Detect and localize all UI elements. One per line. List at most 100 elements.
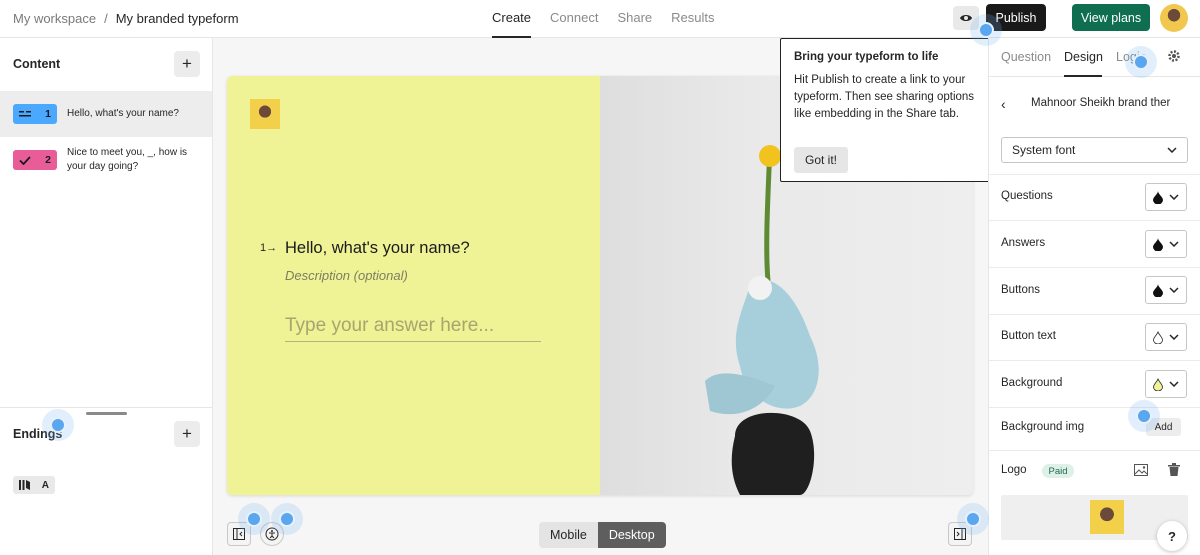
buttons-color-picker[interactable] — [1145, 276, 1187, 304]
trash-icon[interactable] — [1168, 463, 1180, 479]
logo-label: Logo — [1001, 464, 1027, 476]
question-badge: 2 — [13, 150, 57, 170]
main-nav-tabs: Create Connect Share Results — [492, 0, 734, 38]
resize-handle[interactable] — [86, 412, 127, 415]
question-text: Hello, what's your name? — [67, 108, 179, 119]
panel-divider — [0, 407, 212, 408]
chevron-down-icon — [1169, 334, 1179, 340]
question-number-indicator: 1→ — [260, 242, 278, 254]
question-item-2[interactable]: 2 Nice to meet you, _, how is your day g… — [0, 137, 212, 189]
chevron-down-icon — [1169, 381, 1179, 387]
chevron-down-icon — [1169, 194, 1179, 200]
short-text-icon — [19, 111, 31, 117]
background-image-label: Background img — [1001, 421, 1085, 433]
chevron-down-icon — [1169, 241, 1179, 247]
divider — [989, 314, 1200, 315]
toggle-left-panel-button[interactable] — [227, 522, 251, 546]
toggle-right-panel-button[interactable] — [948, 522, 972, 546]
tooltip-body: Hit Publish to create a link to your typ… — [794, 74, 975, 120]
divider — [989, 360, 1200, 361]
theme-name: Mahnoor Sheikh brand ther — [1031, 97, 1171, 109]
help-button[interactable]: ? — [1157, 521, 1187, 551]
add-question-button[interactable]: + — [174, 51, 200, 77]
question-title[interactable]: Hello, what's your name? — [285, 239, 470, 258]
form-logo[interactable] — [250, 99, 280, 129]
publish-button[interactable]: Publish — [986, 4, 1046, 31]
divider — [989, 267, 1200, 268]
tab-logic[interactable]: Logic — [1116, 50, 1146, 64]
collapse-left-icon — [233, 528, 245, 540]
view-plans-button[interactable]: View plans — [1072, 4, 1150, 31]
plus-icon: + — [182, 54, 192, 73]
preview-button[interactable] — [953, 6, 979, 30]
add-background-image-button[interactable]: Add — [1146, 418, 1181, 436]
endings-header: Endings — [13, 427, 63, 441]
content-header: Content — [13, 57, 61, 71]
tab-connect[interactable]: Connect — [550, 0, 598, 38]
card-content-area[interactable]: 1→ Hello, what's your name? Description … — [227, 76, 600, 495]
divider — [989, 174, 1200, 175]
chevron-down-icon — [1167, 147, 1177, 153]
buttons-color-label: Buttons — [1001, 284, 1040, 296]
collapse-right-icon — [954, 528, 966, 540]
tab-create[interactable]: Create — [492, 0, 532, 38]
divider — [989, 407, 1200, 408]
font-select[interactable]: System font — [1001, 137, 1188, 163]
tab-question[interactable]: Question — [1001, 50, 1051, 64]
question-number: 1 — [45, 108, 51, 120]
droplet-icon — [1153, 377, 1163, 391]
image-icon[interactable] — [1134, 464, 1148, 479]
paid-badge: Paid — [1042, 464, 1074, 478]
user-avatar[interactable] — [1160, 4, 1188, 32]
design-panel: Question Design Logic ‹ Mahnoor Sheikh b… — [988, 38, 1200, 555]
plus-icon: + — [182, 424, 192, 443]
background-color-picker[interactable] — [1145, 370, 1187, 398]
breadcrumb: My workspace / My branded typeform — [13, 11, 239, 26]
publish-tooltip: Bring your typeform to life Hit Publish … — [780, 38, 994, 182]
desktop-view-button[interactable]: Desktop — [597, 522, 666, 548]
logo-preview-image — [1090, 500, 1124, 534]
eye-icon — [960, 15, 972, 21]
divider — [989, 450, 1200, 451]
device-toggle: Mobile Desktop — [539, 522, 666, 548]
droplet-icon — [1153, 283, 1163, 297]
answers-color-picker[interactable] — [1145, 230, 1187, 258]
panel-tabs: Question Design Logic — [989, 38, 1200, 77]
divider — [989, 220, 1200, 221]
got-it-button[interactable]: Got it! — [794, 147, 848, 173]
button-text-color-label: Button text — [1001, 330, 1056, 342]
droplet-icon — [1153, 190, 1163, 204]
ending-icon — [19, 480, 30, 490]
settings-gear-icon[interactable] — [1167, 49, 1181, 66]
answers-color-label: Answers — [1001, 237, 1046, 249]
questions-color-picker[interactable] — [1145, 183, 1187, 211]
breadcrumb-separator: / — [104, 11, 108, 26]
font-select-value: System font — [1012, 143, 1076, 157]
ending-item[interactable]: A — [13, 476, 55, 494]
add-ending-button[interactable]: + — [174, 421, 200, 447]
questions-color-label: Questions — [1001, 190, 1053, 202]
chevron-down-icon — [1169, 287, 1179, 293]
question-item-1[interactable]: 1 Hello, what's your name? — [0, 91, 212, 137]
chevron-left-icon[interactable]: ‹ — [1001, 96, 1006, 112]
question-badge: 1 — [13, 104, 57, 124]
breadcrumb-workspace-link[interactable]: My workspace — [13, 11, 96, 26]
ending-letter: A — [41, 479, 49, 491]
question-number: 2 — [45, 154, 51, 166]
accessibility-icon — [265, 527, 279, 541]
tooltip-title: Bring your typeform to life — [794, 51, 939, 63]
button-text-color-picker[interactable] — [1145, 323, 1187, 351]
mobile-view-button[interactable]: Mobile — [539, 522, 598, 548]
tab-design[interactable]: Design — [1064, 50, 1103, 64]
droplet-icon — [1153, 330, 1163, 344]
content-sidebar: Content + 1 Hello, what's your name? 2 N… — [0, 38, 213, 555]
breadcrumb-form-title[interactable]: My branded typeform — [116, 11, 239, 26]
answer-input[interactable] — [285, 310, 541, 342]
check-icon — [19, 155, 31, 165]
top-bar: My workspace / My branded typeform Creat… — [0, 0, 1200, 38]
tab-share[interactable]: Share — [617, 0, 652, 38]
accessibility-button[interactable] — [260, 522, 284, 546]
tab-results[interactable]: Results — [671, 0, 714, 38]
question-description[interactable]: Description (optional) — [285, 268, 408, 283]
theme-back-row[interactable]: ‹ Mahnoor Sheikh brand ther — [989, 88, 1200, 120]
